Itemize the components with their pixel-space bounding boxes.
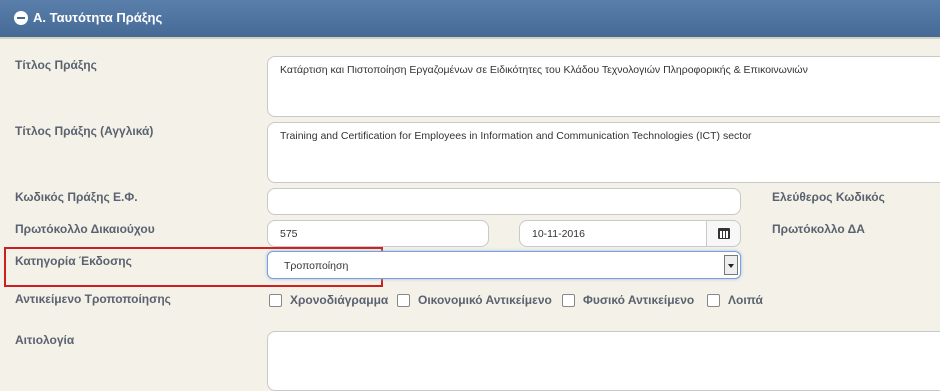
checkbox-label: Χρονοδιάγραμμα bbox=[290, 293, 389, 307]
protocol-label: Πρωτόκολλο Δικαιούχου bbox=[15, 222, 155, 236]
justification-textarea[interactable] bbox=[267, 331, 940, 391]
chevron-down-icon[interactable] bbox=[724, 255, 738, 275]
code-label: Κωδικός Πράξης Ε.Φ. bbox=[15, 190, 138, 204]
title-label: Τίτλος Πράξης bbox=[15, 58, 97, 72]
protocol-da-label: Πρωτόκολλο ΔΑ bbox=[772, 222, 865, 236]
checkbox-box[interactable] bbox=[707, 293, 720, 307]
checkbox-box[interactable] bbox=[397, 293, 410, 307]
category-selected-value: Τροποποίηση bbox=[284, 260, 349, 272]
calendar-icon bbox=[718, 228, 730, 239]
checkbox-schedule[interactable]: Χρονοδιάγραμμα bbox=[269, 293, 388, 307]
calendar-button[interactable] bbox=[706, 220, 741, 247]
section-title: Α. Ταυτότητα Πράξης bbox=[33, 10, 163, 25]
checkbox-financial[interactable]: Οικονομικό Αντικείμενο bbox=[397, 293, 552, 307]
minus-circle-icon[interactable] bbox=[14, 11, 28, 25]
protocol-number-input[interactable]: 575 bbox=[267, 220, 489, 247]
category-label: Κατηγορία Έκδοσης bbox=[15, 254, 132, 268]
amend-subject-label: Αντικείμενο Τροποποίησης bbox=[15, 292, 171, 306]
checkbox-box[interactable] bbox=[562, 293, 575, 307]
title-en-label: Τίτλος Πράξης (Αγγλικά) bbox=[15, 124, 154, 138]
checkbox-other[interactable]: Λοιπά bbox=[707, 293, 763, 307]
section-header[interactable]: Α. Ταυτότητα Πράξης bbox=[0, 0, 940, 39]
justification-label: Αιτιολογία bbox=[15, 333, 75, 347]
checkbox-label: Φυσικό Αντικείμενο bbox=[583, 293, 695, 307]
category-select[interactable]: Τροποποίηση bbox=[267, 251, 741, 279]
protocol-date-input[interactable]: 10-11-2016 bbox=[519, 220, 709, 247]
title-en-textarea[interactable]: Training and Certification for Employees… bbox=[267, 122, 940, 183]
checkbox-label: Οικονομικό Αντικείμενο bbox=[418, 293, 552, 307]
title-textarea[interactable]: Κατάρτιση και Πιστοποίηση Εργαζομένων σε… bbox=[267, 56, 940, 117]
checkbox-label: Λοιπά bbox=[728, 293, 763, 307]
checkbox-physical[interactable]: Φυσικό Αντικείμενο bbox=[562, 293, 694, 307]
code-input[interactable] bbox=[267, 188, 741, 215]
free-code-label: Ελεύθερος Κωδικός bbox=[772, 190, 885, 204]
checkbox-box[interactable] bbox=[269, 293, 282, 307]
